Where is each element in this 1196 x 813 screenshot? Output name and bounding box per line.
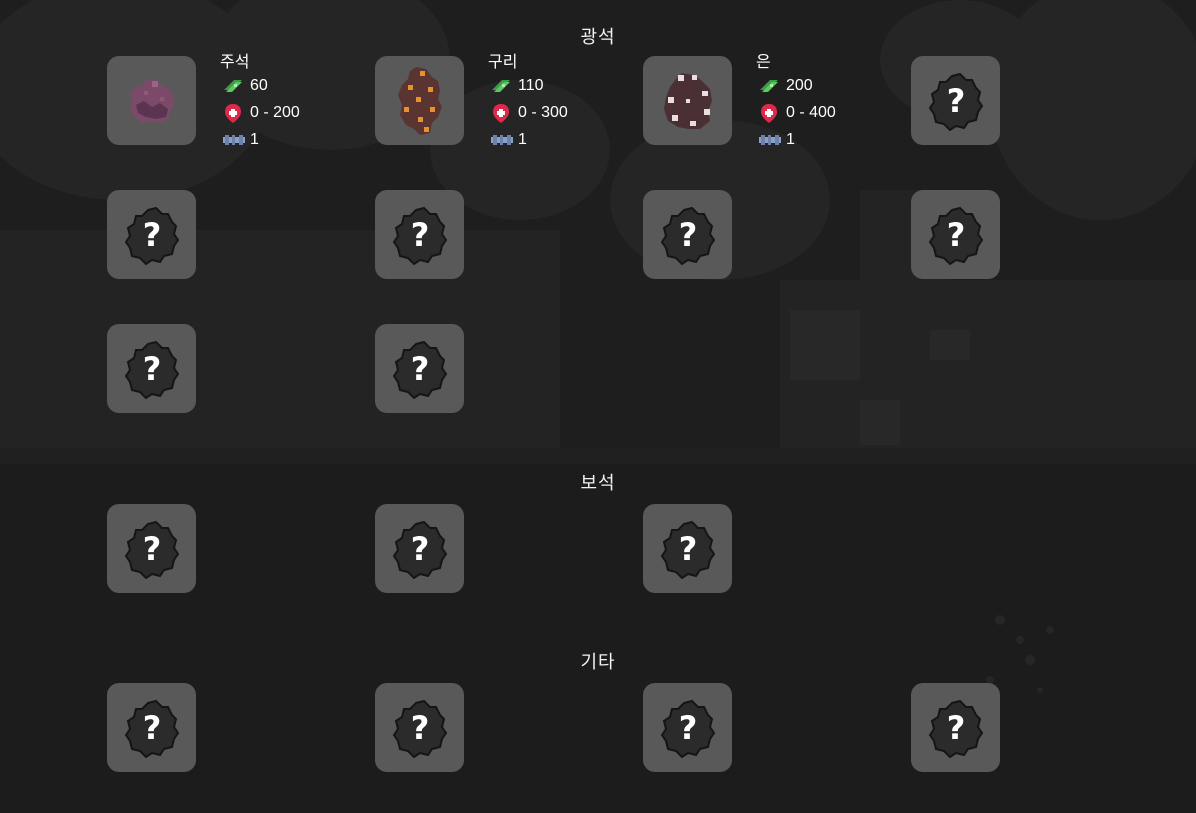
section-title-gems: 보석 [580, 473, 616, 493]
locked-slot[interactable]: ? [107, 324, 196, 413]
ore-name: 주석 [220, 54, 250, 71]
tier-row: 1 [222, 129, 259, 151]
unknown-item-icon: ? [928, 699, 983, 758]
locked-slot[interactable]: ? [643, 683, 732, 772]
pickaxe-icon [758, 129, 782, 151]
tier-value: 1 [250, 131, 259, 148]
unknown-item-icon: ? [392, 206, 447, 265]
ore-name: 은 [756, 54, 771, 71]
unknown-item-icon: ? [124, 699, 179, 758]
tier-value: 1 [786, 131, 795, 148]
locked-slot[interactable]: ? [375, 324, 464, 413]
locked-slot[interactable]: ? [375, 190, 464, 279]
unknown-item-icon: ? [124, 340, 179, 399]
unknown-item-icon: ? [928, 72, 983, 131]
hp-value: 0 - 200 [250, 104, 300, 121]
cash-icon [222, 75, 246, 97]
question-mark: ? [678, 530, 697, 568]
section-title-misc: 기타 [580, 652, 616, 672]
locked-slot[interactable]: ? [643, 190, 732, 279]
question-mark: ? [678, 709, 697, 747]
price-value: 200 [786, 77, 813, 94]
ore-name: 구리 [488, 54, 518, 71]
locked-slot[interactable]: ? [911, 56, 1000, 145]
cash-icon [758, 75, 782, 97]
health-icon [222, 102, 246, 124]
question-mark: ? [142, 530, 161, 568]
tier-row: 1 [758, 129, 795, 151]
unknown-item-icon: ? [660, 206, 715, 265]
question-mark: ? [142, 709, 161, 747]
locked-slot[interactable]: ? [375, 504, 464, 593]
locked-slot[interactable]: ? [107, 190, 196, 279]
cash-icon [490, 75, 514, 97]
question-mark: ? [142, 216, 161, 254]
locked-slot[interactable]: ? [911, 683, 1000, 772]
question-mark: ? [946, 216, 965, 254]
price-value: 110 [518, 77, 544, 94]
hp-value: 0 - 400 [786, 104, 836, 121]
price-row: 60 [222, 75, 268, 97]
question-mark: ? [410, 350, 429, 388]
price-row: 110 [490, 75, 544, 97]
unknown-item-icon: ? [392, 340, 447, 399]
unknown-item-icon: ? [928, 206, 983, 265]
copper-ore-icon [397, 66, 442, 135]
question-mark: ? [946, 709, 965, 747]
silver-ore-icon [663, 72, 712, 129]
section-title-ores: 광석 [580, 27, 616, 47]
locked-slot[interactable]: ? [643, 504, 732, 593]
hp-row: 0 - 200 [222, 102, 300, 124]
unknown-item-icon: ? [660, 699, 715, 758]
hp-row: 0 - 300 [490, 102, 568, 124]
ore-slot-copper[interactable] [375, 56, 464, 145]
question-mark: ? [410, 216, 429, 254]
ore-slot-tin[interactable] [107, 56, 196, 145]
hp-row: 0 - 400 [758, 102, 836, 124]
question-mark: ? [142, 350, 161, 388]
ore-slot-silver[interactable] [643, 56, 732, 145]
unknown-item-icon: ? [392, 520, 447, 579]
ore-info-copper: 구리 110 0 - 300 1 [488, 48, 628, 158]
price-row: 200 [758, 75, 813, 97]
pickaxe-icon [490, 129, 514, 151]
tier-value: 1 [518, 131, 527, 148]
tier-row: 1 [490, 129, 527, 151]
question-mark: ? [678, 216, 697, 254]
tin-ore-icon [129, 78, 174, 123]
price-value: 60 [250, 77, 268, 94]
health-icon [490, 102, 514, 124]
locked-slot[interactable]: ? [375, 683, 464, 772]
question-mark: ? [410, 530, 429, 568]
question-mark: ? [946, 82, 965, 120]
locked-slot[interactable]: ? [107, 683, 196, 772]
question-mark: ? [410, 709, 429, 747]
unknown-item-icon: ? [124, 206, 179, 265]
ore-info-tin: 주석 60 0 - 200 1 [220, 48, 360, 158]
locked-slot[interactable]: ? [911, 190, 1000, 279]
unknown-item-icon: ? [660, 520, 715, 579]
pickaxe-icon [222, 129, 246, 151]
unknown-item-icon: ? [124, 520, 179, 579]
ore-info-silver: 은 200 0 - 400 1 [756, 48, 896, 158]
unknown-item-icon: ? [392, 699, 447, 758]
locked-slot[interactable]: ? [107, 504, 196, 593]
health-icon [758, 102, 782, 124]
hp-value: 0 - 300 [518, 104, 568, 121]
